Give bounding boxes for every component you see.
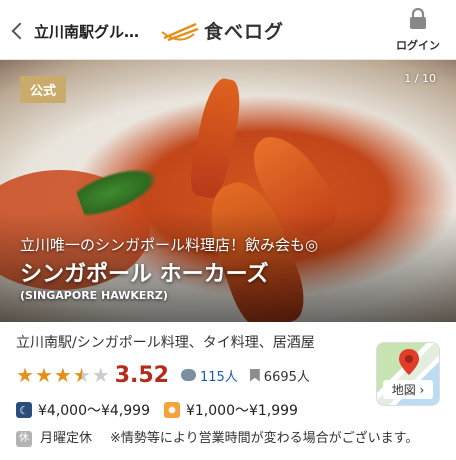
price-row: ☾ ¥4,000〜¥4,999 ✹ ¥1,000〜¥1,999	[16, 400, 440, 420]
moon-icon: ☾	[16, 402, 32, 418]
bookmark-icon	[249, 368, 260, 382]
sun-icon: ✹	[163, 402, 180, 418]
star-icon: ★	[34, 363, 53, 387]
back-button[interactable]: 立川南駅グル…	[10, 18, 160, 44]
back-label: 立川南駅グル…	[34, 22, 140, 41]
review-count-link[interactable]: 115人	[180, 366, 238, 385]
holiday-row: 休 月曜定休 ※情勢等により営業時間が変わる場合がございます。	[16, 430, 440, 448]
rating-score: 3.52	[114, 362, 169, 388]
star-icon: ★	[16, 363, 34, 387]
holiday-text: 月曜定休 ※情勢等により営業時間が変わる場合がございます。	[40, 430, 418, 448]
save-count: 6695人	[249, 366, 310, 385]
restaurant-info: 立川南駅/シンガポール料理、タイ料理、居酒屋 ★ ★ ★ ★ ★ 3.52 11…	[0, 332, 456, 448]
photo-counter: 1 / 10	[404, 72, 436, 85]
map-button[interactable]: 地図 ›	[376, 342, 440, 406]
map-label: 地図 ›	[383, 380, 433, 399]
category-line: 立川南駅/シンガポール料理、タイ料理、居酒屋	[16, 335, 315, 351]
comment-icon	[180, 369, 196, 381]
restaurant-tagline: 立川唯一のシンガポール料理店！飲み会も◎	[20, 236, 319, 254]
star-icon: ★	[53, 363, 72, 387]
dinner-price: ¥4,000〜¥4,999	[38, 403, 150, 419]
star-half-icon: ★	[72, 363, 91, 387]
review-count: 115人	[199, 369, 238, 385]
chevron-left-icon	[11, 22, 29, 40]
map-pin-icon	[399, 349, 419, 375]
hero-photo-carousel[interactable]: 公式 1 / 10 立川唯一のシンガポール料理店！飲み会も◎ シンガポール ホー…	[0, 60, 456, 322]
official-badge: 公式	[20, 76, 67, 103]
star-empty-icon: ★	[91, 363, 110, 387]
login-button[interactable]: ログイン	[392, 7, 444, 53]
hours-note: ※情勢等により営業時間が変わる場合がございます。	[110, 431, 419, 446]
restaurant-name-en: (SINGAPORE HAWKERZ)	[20, 289, 168, 302]
lunch-price: ¥1,000〜¥1,999	[185, 403, 298, 419]
save-count-value: 6695人	[263, 369, 310, 385]
lock-icon	[410, 7, 426, 29]
logo-text: 食べログ	[204, 20, 285, 43]
restaurant-name: シンガポール ホーカーズ	[20, 262, 269, 287]
tabelog-logo[interactable]: 食べログ	[160, 14, 284, 46]
star-rating: ★ ★ ★ ★ ★	[16, 365, 111, 385]
holiday-icon: 休	[16, 431, 32, 447]
top-header: 立川南駅グル… 食べログ ログイン	[0, 0, 456, 60]
logo-bowl-icon	[161, 22, 199, 42]
holiday-day: 月曜定休	[40, 431, 93, 446]
login-label: ログイン	[396, 39, 440, 52]
lunch-price-group: ✹ ¥1,000〜¥1,999	[163, 400, 298, 420]
